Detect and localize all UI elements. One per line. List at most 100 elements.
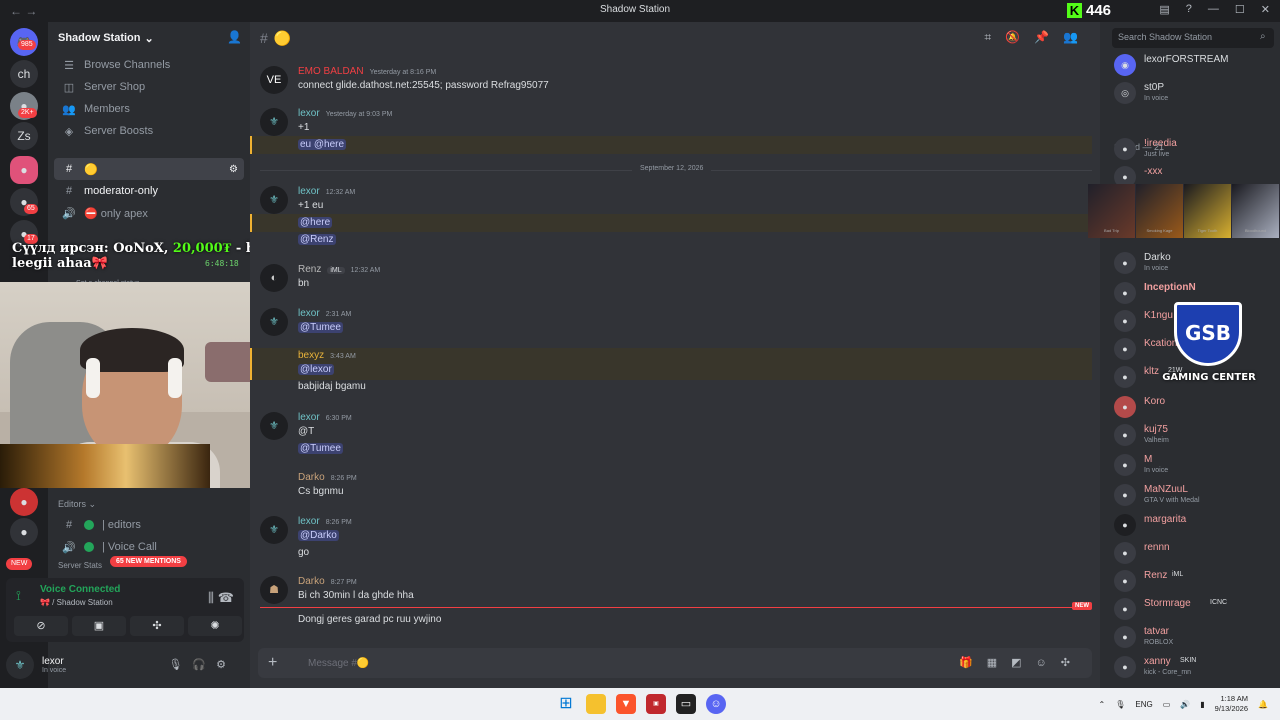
sticker-icon[interactable]: ◩ bbox=[1011, 657, 1035, 669]
apps-icon[interactable]: ✣ bbox=[1061, 657, 1084, 669]
battery-icon[interactable]: ▮ bbox=[1200, 700, 1204, 709]
obs-overlay-icon[interactable]: ▣ bbox=[646, 694, 666, 714]
threads-icon[interactable]: ⌗ bbox=[984, 30, 1005, 44]
member-item[interactable]: ● !ireedia Just live bbox=[1114, 136, 1274, 164]
avatar[interactable]: ⚜ bbox=[260, 308, 288, 336]
activities-icon[interactable]: ✣ bbox=[130, 616, 184, 636]
channel-only-apex[interactable]: 🔊 ⛔ only apex bbox=[48, 202, 250, 224]
member-item[interactable]: ● xanny SKIN kick - Core_mn bbox=[1114, 654, 1274, 682]
author-name[interactable]: lexor bbox=[298, 108, 320, 119]
gif-icon[interactable]: ▦ bbox=[987, 657, 1011, 669]
discord-icon[interactable]: ☺ bbox=[706, 694, 726, 714]
mic-icon[interactable]: 🎙 bbox=[1115, 700, 1125, 709]
add-member-icon[interactable]: 👤 bbox=[227, 30, 242, 44]
channel-voice-call[interactable]: 🔊 | Voice Call bbox=[48, 536, 250, 558]
noise-icon[interactable]: ⫼ bbox=[208, 590, 214, 606]
search-icon[interactable]: ⌕ bbox=[1260, 31, 1266, 42]
member-list-icon[interactable]: 👥 bbox=[1063, 30, 1092, 44]
add-attachment-icon[interactable]: + bbox=[268, 654, 298, 672]
server-boosts-item[interactable]: ◈ Server Boosts bbox=[48, 120, 250, 142]
avatar[interactable]: ⚜ bbox=[260, 516, 288, 544]
author-name[interactable]: lexor bbox=[298, 516, 320, 527]
terminal-icon[interactable]: ▭ bbox=[676, 694, 696, 714]
server-icon[interactable]: ● bbox=[10, 518, 38, 546]
clock[interactable]: 1:18 AM 9/13/2026 bbox=[1215, 694, 1248, 714]
member-item[interactable]: ● Darko In voice bbox=[1114, 250, 1274, 278]
server-shop-item[interactable]: ◫ Server Shop bbox=[48, 76, 250, 98]
server-header[interactable]: Shadow Station ⌄ 👤 bbox=[48, 22, 250, 54]
avatar[interactable]: ⚜ bbox=[260, 186, 288, 214]
member-item[interactable]: ● rennn bbox=[1114, 540, 1274, 568]
member-item[interactable]: ◎ st0P In voice bbox=[1114, 80, 1274, 108]
maximize-button[interactable]: ☐ bbox=[1235, 3, 1245, 16]
member-item[interactable]: ● kuj75 Valheim bbox=[1114, 422, 1274, 450]
disconnect-icon[interactable]: ☎ bbox=[218, 590, 234, 606]
server-icon-zs[interactable]: Zs bbox=[10, 122, 38, 150]
pin-icon[interactable]: 📌 bbox=[1034, 30, 1063, 44]
member-item[interactable]: ● Stormrage ICNC bbox=[1114, 596, 1274, 624]
server-icon-active[interactable]: ● bbox=[10, 156, 38, 184]
author[interactable]: lexor 8:26 PM bbox=[298, 516, 352, 527]
windows-start-icon[interactable]: ⊞ bbox=[556, 694, 576, 714]
help-icon[interactable]: ? bbox=[1186, 3, 1192, 16]
headphones-icon[interactable]: 🎧 bbox=[192, 659, 216, 671]
chevron-up-icon[interactable]: ⌃ bbox=[1099, 700, 1106, 709]
author[interactable]: lexor 12:32 AM bbox=[298, 186, 355, 197]
server-icon[interactable]: ● bbox=[10, 488, 38, 516]
mention[interactable]: eu @here bbox=[298, 139, 347, 150]
mention[interactable]: @Tumee bbox=[298, 443, 343, 454]
author[interactable]: EMO BALDAN Yesterday at 8:16 PM bbox=[298, 66, 436, 77]
mention[interactable]: @Renz bbox=[298, 234, 336, 245]
author[interactable]: bexyz 3:43 AM bbox=[298, 350, 356, 361]
browse-channels-item[interactable]: ☰ Browse Channels bbox=[48, 54, 250, 76]
volume-icon[interactable]: 🔊 bbox=[1180, 700, 1190, 709]
avatar[interactable]: ◐ bbox=[260, 264, 288, 292]
avatar[interactable]: ⚜ bbox=[260, 412, 288, 440]
network-icon[interactable]: ▭ bbox=[1163, 700, 1171, 709]
channel-settings-icon[interactable]: ⚙ bbox=[229, 164, 238, 175]
avatar[interactable]: ☗ bbox=[260, 576, 288, 604]
close-button[interactable]: ✕ bbox=[1261, 3, 1270, 16]
channel-moderator-only[interactable]: # moderator-only bbox=[48, 180, 250, 202]
screen-share-icon[interactable]: ▣ bbox=[72, 616, 126, 636]
server-icon-ch[interactable]: ch bbox=[10, 60, 38, 88]
author-name[interactable]: Renz bbox=[298, 264, 321, 275]
mic-icon[interactable]: 🎙 bbox=[168, 659, 192, 671]
emoji-icon[interactable]: ☺ bbox=[1036, 657, 1061, 669]
minimize-button[interactable]: — bbox=[1208, 3, 1219, 16]
author[interactable]: lexor 6:30 PM bbox=[298, 412, 352, 423]
file-explorer-icon[interactable] bbox=[586, 694, 606, 714]
author[interactable]: Darko 8:26 PM bbox=[298, 472, 357, 483]
new-mentions-pill[interactable]: 65 NEW MENTIONS bbox=[110, 556, 187, 567]
mute-icon[interactable]: 🔕 bbox=[1005, 30, 1034, 44]
author-name[interactable]: Darko bbox=[298, 472, 325, 483]
message-composer[interactable]: + Message #🟡 🎁▦◩☺✣ bbox=[258, 648, 1092, 678]
category-editors[interactable]: Editors ⌄ bbox=[48, 494, 250, 514]
brave-browser-icon[interactable]: ▼ bbox=[616, 694, 636, 714]
avatar[interactable]: ⚜ bbox=[6, 651, 34, 679]
notification-icon[interactable]: 🔔 bbox=[1258, 700, 1268, 709]
mention[interactable]: @here bbox=[298, 217, 333, 228]
history-nav[interactable]: ← → bbox=[10, 4, 50, 18]
member-item[interactable]: ● tatvar ROBLOX bbox=[1114, 624, 1274, 652]
search-input[interactable]: Search Shadow Station bbox=[1112, 28, 1274, 48]
author-name[interactable]: bexyz bbox=[298, 350, 324, 361]
avatar[interactable]: ⚜ bbox=[260, 108, 288, 136]
member-item[interactable]: ● Koro bbox=[1114, 394, 1274, 422]
author-name[interactable]: Darko bbox=[298, 576, 325, 587]
camera-icon[interactable]: ⊘ bbox=[14, 616, 68, 636]
soundboard-icon[interactable]: ✺ bbox=[188, 616, 242, 636]
member-item[interactable]: ● Renz iML bbox=[1114, 568, 1274, 596]
member-item[interactable]: ● M In voice bbox=[1114, 452, 1274, 480]
gift-icon[interactable]: 🎁 bbox=[959, 657, 987, 669]
author-name[interactable]: lexor bbox=[298, 308, 320, 319]
author[interactable]: lexor Yesterday at 9:03 PM bbox=[298, 108, 392, 119]
member-item[interactable]: ● margarita bbox=[1114, 512, 1274, 540]
channel-active[interactable]: # 🟡 ⚙ bbox=[54, 158, 244, 180]
author-name[interactable]: lexor bbox=[298, 186, 320, 197]
channel-editors[interactable]: # | editors bbox=[48, 514, 250, 536]
mention[interactable]: @Darko bbox=[298, 530, 339, 541]
mention[interactable]: @lexor bbox=[298, 364, 334, 375]
gear-icon[interactable]: ⚙ bbox=[216, 659, 236, 671]
author-name[interactable]: EMO BALDAN bbox=[298, 66, 364, 77]
